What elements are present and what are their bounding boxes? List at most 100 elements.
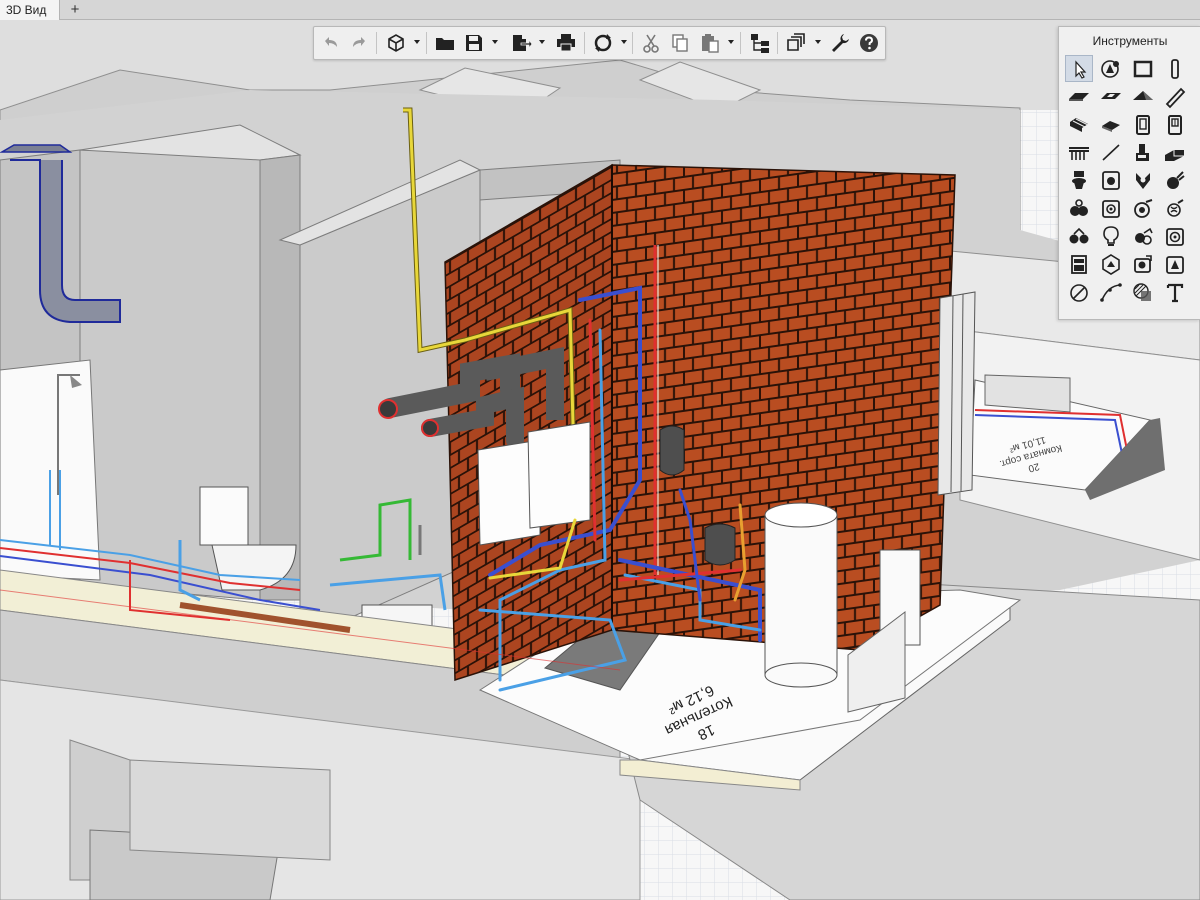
view-cube-dropdown[interactable] — [414, 40, 420, 44]
object-3d-icon — [1102, 254, 1120, 275]
tool-dimension[interactable] — [1065, 279, 1093, 306]
view-cube-button[interactable] — [384, 31, 408, 55]
export-dropdown[interactable] — [539, 40, 545, 44]
copy-button[interactable] — [668, 31, 692, 55]
tool-slab[interactable] — [1065, 83, 1093, 110]
layers-tree-button[interactable] — [748, 31, 772, 55]
tool-foundation[interactable] — [1097, 111, 1125, 138]
add-tab-label: + — [70, 1, 80, 18]
camera-icon — [1134, 255, 1152, 273]
save-button[interactable] — [462, 31, 486, 55]
stair-icon — [1070, 118, 1089, 132]
tool-roof[interactable] — [1129, 83, 1157, 110]
dimension-icon — [1070, 284, 1088, 302]
tool-panel[interactable] — [1065, 251, 1093, 278]
tool-valve[interactable] — [1161, 167, 1189, 194]
tool-column[interactable] — [1161, 55, 1189, 82]
tool-sink[interactable] — [1097, 167, 1125, 194]
tool-equipment[interactable] — [1129, 139, 1157, 166]
tool-pump[interactable] — [1097, 195, 1125, 222]
paste-button[interactable] — [698, 31, 722, 55]
tool-outlet[interactable] — [1161, 223, 1189, 250]
3d-viewport[interactable]: 18 Котельная 6,12 м² 20 Комната сорт. 11… — [0, 0, 1200, 900]
door-icon — [1136, 115, 1150, 135]
toolbar-separator — [740, 32, 741, 54]
settings-button[interactable] — [828, 31, 852, 55]
printer-icon — [557, 34, 575, 52]
cut-button[interactable] — [639, 31, 663, 55]
redo-button[interactable] — [347, 31, 371, 55]
save-dropdown[interactable] — [492, 40, 498, 44]
tool-lighting[interactable] — [1097, 223, 1125, 250]
lighting-icon — [1103, 226, 1119, 246]
tool-text[interactable] — [1161, 279, 1189, 306]
roof-icon — [1133, 91, 1153, 100]
tool-sprinkler[interactable] — [1129, 223, 1157, 250]
tool-railing[interactable] — [1065, 139, 1093, 166]
tool-beam[interactable] — [1161, 83, 1189, 110]
tool-radiator[interactable] — [1129, 167, 1157, 194]
select-arrow-icon — [1075, 60, 1087, 79]
palette-title: Инструменты — [1092, 34, 1168, 48]
duct-icon — [1165, 150, 1184, 161]
tool-stair[interactable] — [1065, 111, 1093, 138]
tool-polyline[interactable] — [1097, 279, 1125, 306]
water-heater — [764, 502, 838, 688]
equipment-icon — [1136, 144, 1149, 161]
paste-dropdown[interactable] — [728, 40, 734, 44]
tool-duct[interactable] — [1161, 139, 1189, 166]
radiator-icon — [1136, 173, 1150, 189]
tool-camera[interactable] — [1129, 251, 1157, 278]
tool-window[interactable] — [1161, 111, 1189, 138]
print-button[interactable] — [554, 31, 578, 55]
levels-dropdown[interactable] — [815, 40, 821, 44]
open-button[interactable] — [433, 31, 457, 55]
valve-icon — [1167, 171, 1185, 189]
paste-icon — [702, 34, 719, 53]
toolbar-separator — [777, 32, 778, 54]
window — [937, 291, 976, 496]
tool-floor-opening[interactable] — [1097, 83, 1125, 110]
tool-object-3d[interactable] — [1097, 251, 1125, 278]
railing-icon — [1069, 147, 1089, 160]
sync-button[interactable] — [591, 31, 615, 55]
beam — [129, 759, 331, 861]
tool-select-arrow[interactable] — [1065, 55, 1093, 82]
sprinkler-icon — [1135, 227, 1153, 245]
foundation-icon — [1102, 121, 1120, 132]
tool-line[interactable] — [1097, 139, 1125, 166]
expansion-tank — [659, 425, 685, 476]
panel-icon — [1071, 255, 1087, 274]
help-icon — [860, 34, 878, 52]
expansion-tank-2 — [704, 523, 736, 566]
tab-3d-view[interactable]: 3D Вид — [0, 0, 60, 20]
toilet-icon — [1072, 171, 1086, 189]
tool-hatch[interactable] — [1129, 279, 1157, 306]
tool-door[interactable] — [1129, 111, 1157, 138]
tool-wall[interactable] — [1129, 55, 1157, 82]
pipe-network-icon — [1069, 227, 1089, 244]
export-icon — [513, 35, 533, 51]
object-tag-icon — [1101, 60, 1119, 78]
toilet-tank — [199, 486, 249, 546]
tool-pipe-fitting[interactable] — [1065, 195, 1093, 222]
tool-air-terminal[interactable] — [1129, 195, 1157, 222]
cable-icon — [1167, 199, 1184, 217]
add-tab-button[interactable]: + — [66, 0, 84, 20]
radiator — [984, 374, 1071, 413]
save-icon — [466, 35, 482, 51]
tool-cable[interactable] — [1161, 195, 1189, 222]
help-button[interactable] — [857, 31, 881, 55]
tool-toilet[interactable] — [1065, 167, 1093, 194]
cube-icon — [388, 34, 404, 52]
export-button[interactable] — [509, 31, 533, 55]
toolbar-separator — [584, 32, 585, 54]
undo-button[interactable] — [319, 31, 343, 55]
text-icon — [1166, 283, 1184, 303]
gas-boiler-2 — [527, 421, 591, 529]
levels-button[interactable] — [784, 31, 808, 55]
sync-dropdown[interactable] — [621, 40, 627, 44]
tool-object-tag[interactable] — [1097, 55, 1125, 82]
tool-fire-detector[interactable] — [1161, 251, 1189, 278]
tool-pipe-network[interactable] — [1065, 223, 1093, 250]
